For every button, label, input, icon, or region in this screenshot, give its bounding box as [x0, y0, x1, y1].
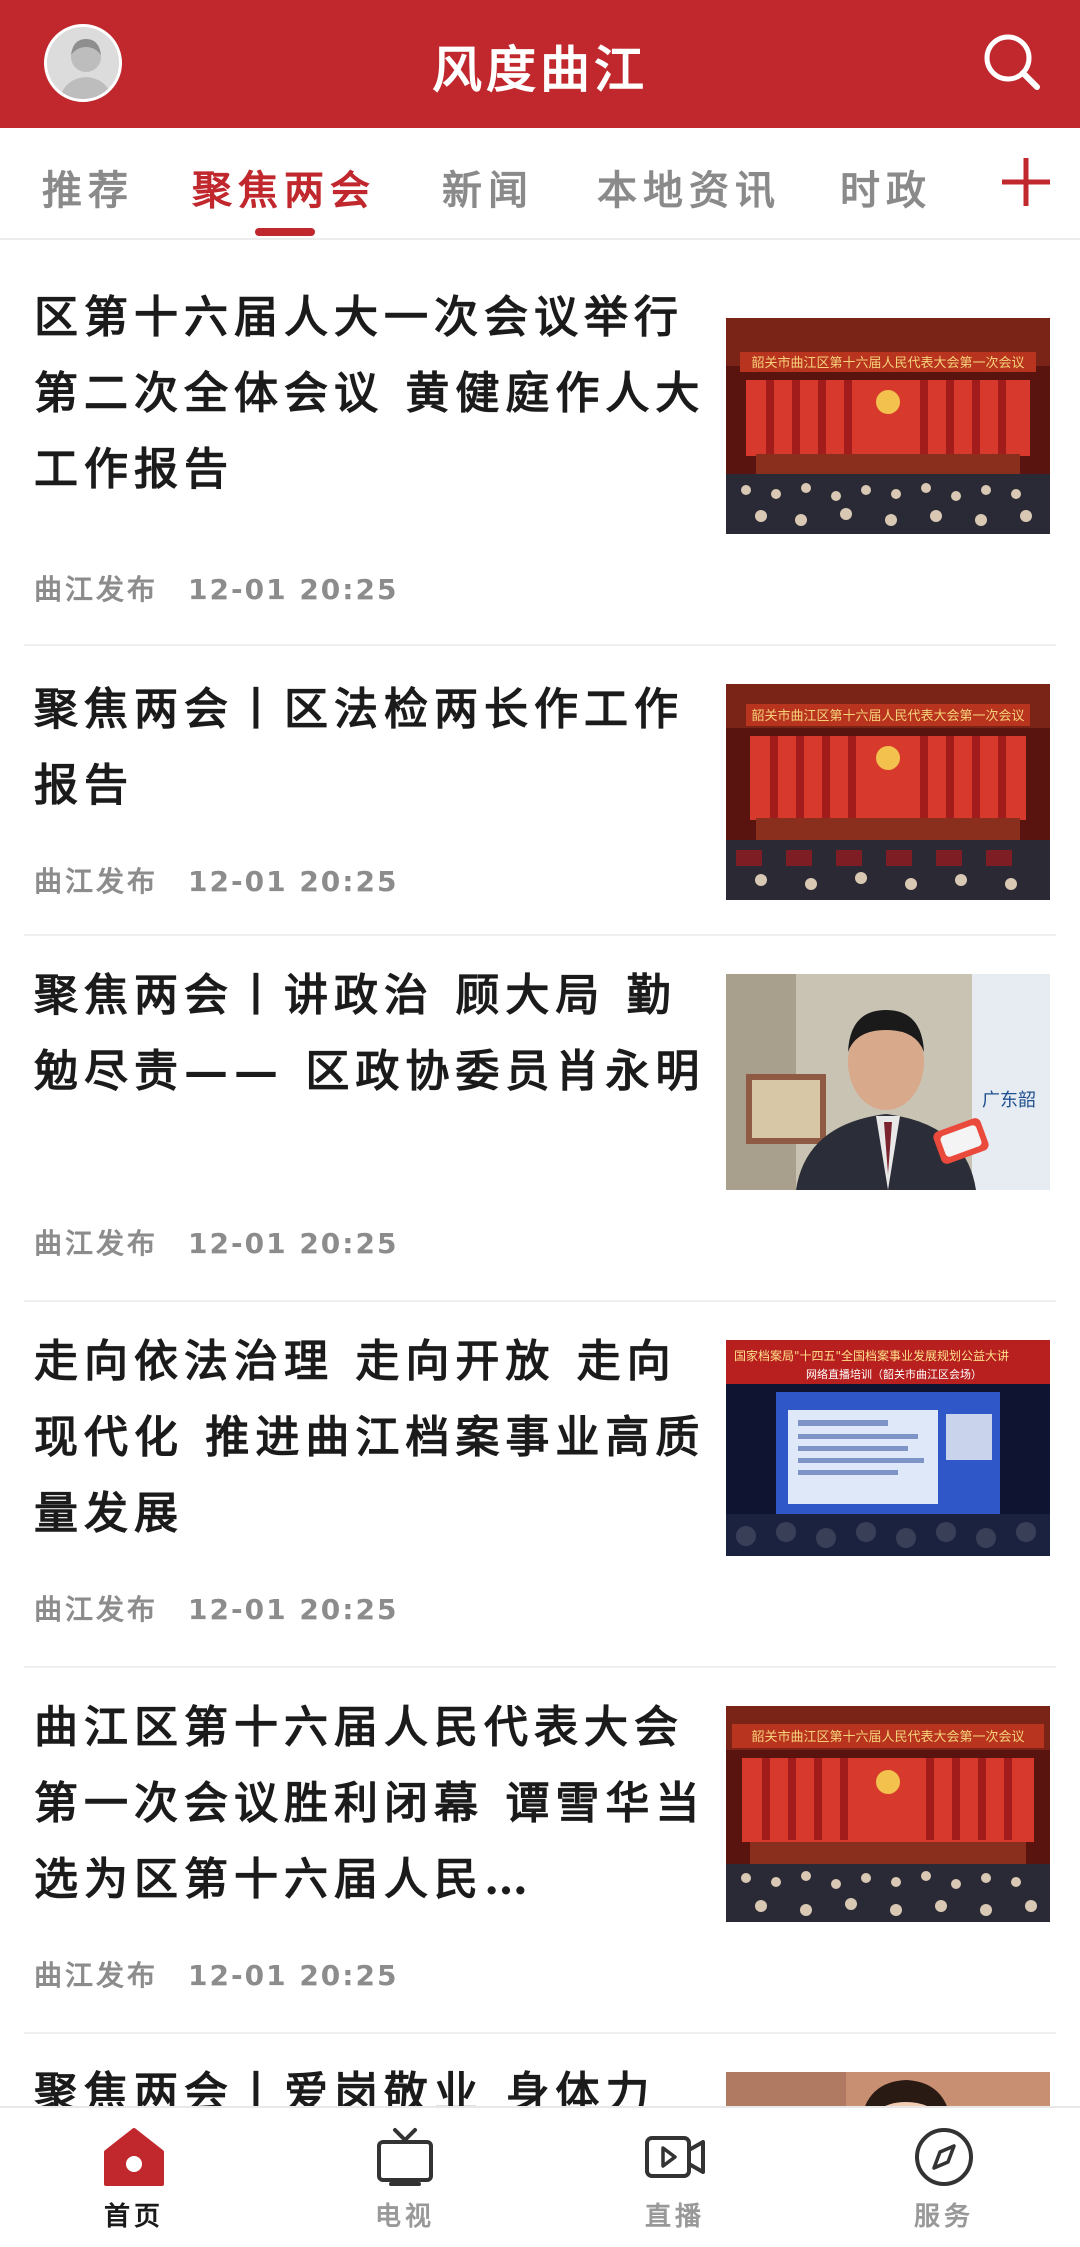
app-title: 风度曲江	[432, 40, 648, 99]
active-tab-indicator	[255, 228, 315, 236]
nav-home-label: 首页	[103, 2202, 164, 2232]
news-meta: 曲江发布 12-01 20:25	[34, 1588, 398, 1628]
news-meta: 曲江发布 12-01 20:25	[34, 1222, 398, 1262]
news-time: 12-01 20:25	[188, 865, 399, 898]
nav-service[interactable]: 服务	[874, 2126, 1014, 2233]
svg-text:网络直播培训（韶关市曲江区会场）: 网络直播培训（韶关市曲江区会场）	[806, 1367, 982, 1381]
tab-local-info[interactable]: 本地资讯	[597, 158, 781, 216]
news-list-item[interactable]: 聚焦两会丨区法检两长作工作报告 曲江发布 12-01 20:25 韶关市曲江区第十…	[24, 646, 1056, 936]
news-source: 曲江发布	[34, 865, 159, 898]
svg-text:韶关市曲江区第十六届人民代表大会第一次会议: 韶关市曲江区第十六届人民代表大会第一次会议	[751, 1729, 1024, 1745]
news-title: 聚焦两会丨讲政治 顾大局 勤勉尽责—— 区政协委员肖永明	[34, 970, 706, 1097]
svg-text:韶关市曲江区第十六届人民代表大会第一次会议: 韶关市曲江区第十六届人民代表大会第一次会议	[751, 355, 1024, 371]
svg-text:广东韶: 广东韶	[982, 1090, 1036, 1111]
conference-hall-photo: 韶关市曲江区第十六届人民代表大会第一次会议	[726, 318, 1050, 534]
news-source: 曲江发布	[34, 1959, 159, 1992]
tab-recommend[interactable]: 推荐	[42, 158, 134, 216]
news-title: 曲江区第十六届人民代表大会第一次会议胜利闭幕 谭雪华当选为区第十六届人民…	[34, 1702, 706, 1905]
news-list-item[interactable]: 曲江区第十六届人民代表大会第一次会议胜利闭幕 谭雪华当选为区第十六届人民… 曲江…	[24, 1668, 1056, 2034]
news-list-item[interactable]: 聚焦两会丨讲政治 顾大局 勤勉尽责—— 区政协委员肖永明 曲江发布 12-01 2…	[24, 936, 1056, 1302]
news-time: 12-01 20:25	[188, 573, 399, 606]
news-list-item[interactable]: 区第十六届人大一次会议举行第二次全体会议 黄健庭作人大工作报告 曲江发布 12-0…	[24, 280, 1056, 646]
home-icon	[104, 2128, 164, 2186]
news-time: 12-01 20:25	[188, 1593, 399, 1626]
category-tabs: 推荐 聚焦两会 新闻 本地资讯 时政	[0, 128, 1080, 240]
nav-tv-label: 电视	[374, 2202, 435, 2232]
news-feed: 区第十六届人大一次会议举行第二次全体会议 黄健庭作人大工作报告 曲江发布 12-0…	[0, 240, 1080, 2106]
tv-icon	[377, 2128, 433, 2186]
tab-politics[interactable]: 时政	[840, 158, 932, 216]
nav-home[interactable]: 首页	[64, 2126, 204, 2233]
news-time: 12-01 20:25	[188, 1959, 399, 1992]
nav-tv[interactable]: 电视	[335, 2126, 475, 2233]
interview-photo: 广东韶	[726, 974, 1050, 1190]
svg-text:韶关市曲江区第十六届人民代表大会第一次会议: 韶关市曲江区第十六届人民代表大会第一次会议	[751, 708, 1024, 724]
news-time: 12-01 20:25	[188, 1227, 399, 1260]
nav-live[interactable]: 直播	[605, 2126, 745, 2233]
nav-live-label: 直播	[644, 2202, 705, 2232]
news-source: 曲江发布	[34, 1227, 159, 1260]
search-icon[interactable]	[980, 30, 1046, 96]
portrait-photo	[726, 2072, 1050, 2106]
news-meta: 曲江发布 12-01 20:25	[34, 568, 398, 608]
news-title: 聚焦两会丨爱岗敬业 身体力	[34, 2068, 656, 2106]
news-list-item[interactable]: 聚焦两会丨爱岗敬业 身体力	[24, 2034, 1056, 2106]
bottom-navigation: 首页 电视 直播 服务	[0, 2106, 1080, 2247]
tab-focus-two-sessions[interactable]: 聚焦两会	[192, 158, 376, 216]
news-meta: 曲江发布 12-01 20:25	[34, 860, 398, 900]
conference-hall-photo: 韶关市曲江区第十六届人民代表大会第一次会议	[726, 684, 1050, 900]
lecture-screen-photo: 国家档案局"十四五"全国档案事业发展规划公益大讲 网络直播培训（韶关市曲江区会场…	[726, 1340, 1050, 1556]
news-meta: 曲江发布 12-01 20:25	[34, 1954, 398, 1994]
news-source: 曲江发布	[34, 1593, 159, 1626]
compass-icon	[915, 2128, 973, 2186]
app-header: 风度曲江	[0, 0, 1080, 128]
plus-icon[interactable]	[996, 152, 1056, 212]
live-video-icon	[645, 2136, 705, 2178]
nav-service-label: 服务	[913, 2202, 974, 2232]
tab-news[interactable]: 新闻	[442, 158, 534, 216]
svg-text:国家档案局"十四五"全国档案事业发展规划公益大讲: 国家档案局"十四五"全国档案事业发展规划公益大讲	[734, 1348, 1009, 1363]
news-list-item[interactable]: 走向依法治理 走向开放 走向现代化 推进曲江档案事业高质量发展 曲江发布 12-0…	[24, 1302, 1056, 1668]
news-title: 走向依法治理 走向开放 走向现代化 推进曲江档案事业高质量发展	[34, 1336, 706, 1539]
conference-hall-photo: 韶关市曲江区第十六届人民代表大会第一次会议	[726, 1706, 1050, 1922]
news-title: 区第十六届人大一次会议举行第二次全体会议 黄健庭作人大工作报告	[34, 292, 706, 495]
news-source: 曲江发布	[34, 573, 159, 606]
news-title: 聚焦两会丨区法检两长作工作报告	[34, 684, 684, 811]
